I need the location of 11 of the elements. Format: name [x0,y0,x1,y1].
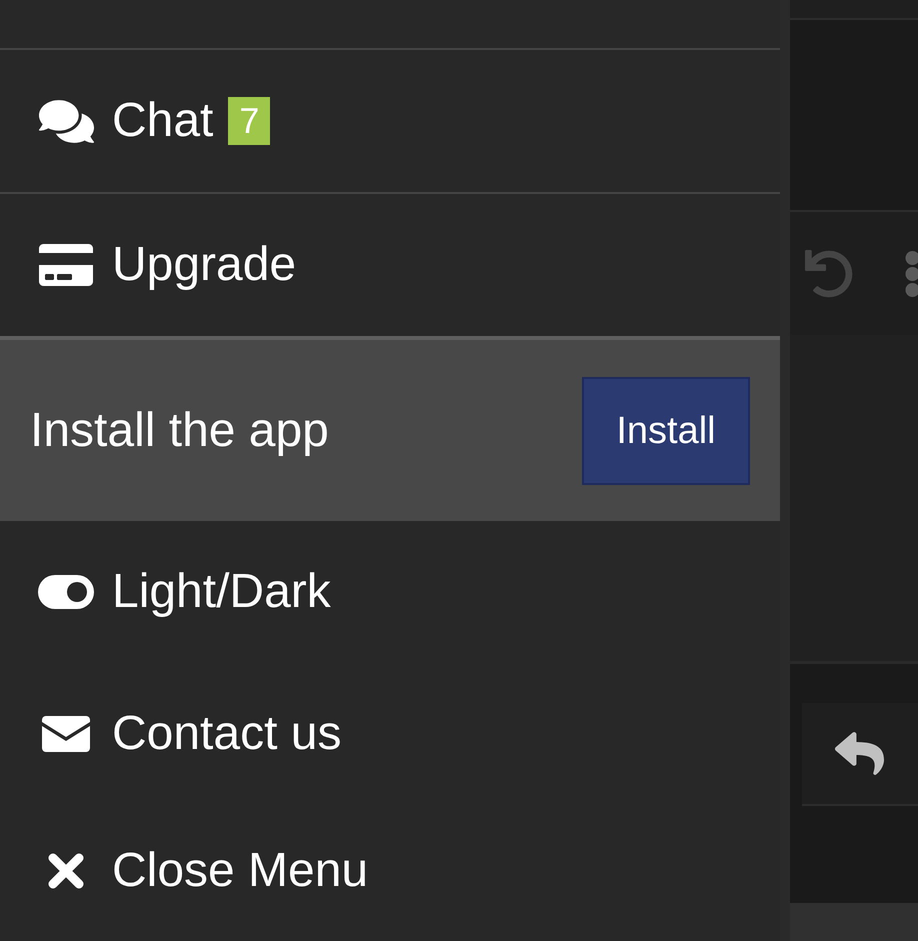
toggle-icon [38,575,94,609]
more-icon[interactable] [905,250,918,296]
reply-button[interactable] [802,703,918,806]
banner-text: Install the app [30,406,329,454]
install-button[interactable]: Install [582,376,750,484]
close-icon [48,853,84,889]
envelope-icon [42,716,90,752]
undo-icon[interactable] [805,250,853,298]
credit-card-icon [39,241,93,289]
reply-icon [835,729,884,778]
count-badge: 7 [228,97,270,145]
